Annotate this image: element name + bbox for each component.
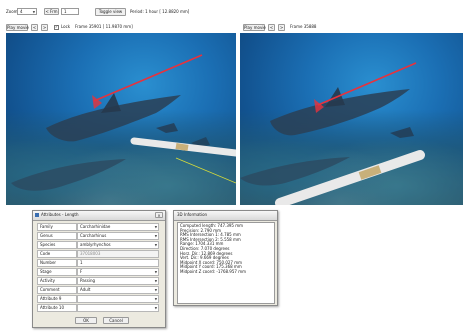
fish-silhouette [390,127,414,138]
zoom-select[interactable]: 4 ▼ [17,8,37,15]
info-dialog-title: 3D Information [177,212,208,217]
app-icon [35,213,39,217]
info-line: Midpoint Z coord: -1768.957 mm [180,268,247,274]
attributes-dialog-titlebar: Attributes - Length × [33,211,165,221]
cancel-button[interactable]: Cancel [103,317,129,324]
attribute-label: Genus [37,232,77,240]
chevron-down-icon: ▼ [32,10,35,14]
chevron-down-icon[interactable]: ▼ [155,243,157,248]
spear-tip [175,143,189,151]
attributes-dialog: Attributes - Length × Family Carcharhinid… [32,210,166,328]
attribute-value: Carcharhinidae [80,224,111,229]
chevron-down-icon[interactable]: ▼ [155,297,157,302]
fish-silhouette [156,123,178,133]
attribute-label: Code [37,250,77,258]
chevron-down-icon[interactable]: ▼ [155,234,157,239]
attribute-value: Carcharhinus [80,233,107,238]
attribute-value: F [80,269,83,274]
attribute-value-field[interactable]: Carcharhinus ▼ [77,232,159,240]
info-dialog: 3D Information Computed length: 747.395 … [173,210,278,306]
right-next-frame-button[interactable]: > [278,24,285,31]
right-play-movie-button[interactable]: Play movie [243,24,266,31]
measurement-line [93,54,203,102]
attribute-label: Comment [37,286,77,294]
attribute-value: Passing [80,278,96,283]
shark-silhouette-2 [11,159,126,191]
attribute-value-field[interactable]: ▼ [77,304,159,312]
attribute-value: Adult [80,287,91,292]
spear-pole [275,150,425,205]
lock-label: Lock [61,24,71,29]
attribute-value: 1 [80,260,83,265]
attribute-value-field[interactable]: Adult ▼ [77,286,159,294]
chevron-down-icon[interactable]: ▼ [155,306,157,311]
frame-step-field[interactable]: 1 [61,8,79,15]
attribute-value-field[interactable]: ▼ [77,295,159,303]
check-icon: ✓ [55,24,59,29]
frame-step-button[interactable]: < Frm [44,8,59,15]
yellow-guide-line [175,157,236,184]
right-prev-frame-button[interactable]: < [268,24,275,31]
attribute-value-field[interactable]: amblyrhynchos ▼ [77,241,159,249]
chevron-down-icon[interactable]: ▼ [155,279,157,284]
left-play-movie-button[interactable]: Play movie [6,24,29,31]
lock-checkbox[interactable]: ✓ [54,24,59,30]
chevron-down-icon[interactable]: ▼ [155,225,157,230]
attribute-value-field[interactable]: Passing ▼ [77,277,159,285]
info-dialog-titlebar: 3D Information [174,211,277,221]
measurement-endpoint-head [92,95,102,109]
ok-button[interactable]: OK [75,317,97,324]
right-scene-overlay [240,62,425,205]
attribute-value: 37018003 [80,251,101,256]
period-text: Period: 1 hour [ 12.8820 mm] [130,9,190,14]
left-frame-label: Frame 35901 [ 11.9870 mm] [75,24,133,29]
attribute-value-field[interactable]: 1 [77,259,159,267]
attribute-label: Family [37,223,77,231]
left-next-frame-button[interactable]: > [41,24,48,31]
chevron-down-icon[interactable]: ▼ [155,288,157,293]
attribute-label: Species [37,241,77,249]
left-video-frame[interactable] [6,33,236,205]
left-prev-frame-button[interactable]: < [31,24,38,31]
attribute-value: amblyrhynchos [80,242,111,247]
chevron-down-icon[interactable]: ▼ [155,270,157,275]
attribute-label: Attribute 9 [37,295,77,303]
attribute-label: Stage [37,268,77,276]
info-text-area[interactable]: Computed length: 747.395 mm Precision: 2.… [177,222,275,304]
attribute-value-field: 37018003 [77,250,159,258]
attribute-value-field[interactable]: F ▼ [77,268,159,276]
zoom-value: 4 [20,9,23,14]
toggle-view-button[interactable]: Toggle view [95,8,126,16]
attribute-value-field[interactable]: Carcharhinidae ▼ [77,223,159,231]
attribute-label: Activity [37,277,77,285]
zoom-label: Zoom [6,9,18,14]
attributes-dialog-title: Attributes - Length [41,212,79,217]
left-scene-overlay [11,54,236,191]
attribute-label: Attribute 10 [37,304,77,312]
attribute-label: Number [37,259,77,267]
right-frame-label: Frame 35888 [290,24,317,29]
close-icon[interactable]: × [155,212,163,218]
right-video-frame[interactable] [240,33,463,205]
